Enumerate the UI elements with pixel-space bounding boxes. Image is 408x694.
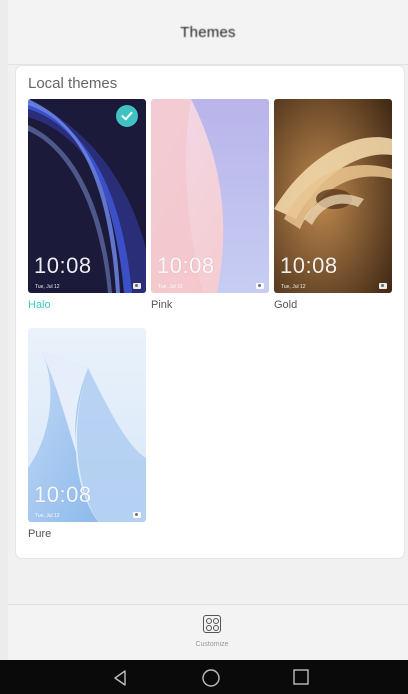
theme-name-pure: Pure (28, 528, 52, 540)
camera-icon (256, 283, 264, 289)
theme-tile-pink[interactable]: 10:08 Tue, Jul 12 Pink (151, 99, 269, 313)
bottom-action-bar: Customize (8, 604, 408, 661)
navigation-bar (0, 660, 408, 694)
recents-square-icon[interactable] (292, 669, 310, 687)
theme-tile-gold[interactable]: 10:08 Tue, Jul 12 Gold (274, 99, 392, 313)
lock-date: Tue, Jul 12 (158, 284, 183, 290)
customize-label: Customize (195, 641, 229, 648)
lock-time: 10:08 (157, 253, 215, 278)
customize-button[interactable]: Customize (188, 615, 236, 655)
lock-date: Tue, Jul 12 (35, 284, 60, 290)
camera-icon (379, 283, 387, 289)
theme-tile-halo[interactable]: 10:08 Tue, Jul 12 Halo (28, 99, 146, 313)
camera-icon (133, 283, 141, 289)
customize-icon (203, 615, 221, 633)
page-title: Themes (180, 23, 236, 41)
theme-name-gold: Gold (274, 299, 298, 311)
back-triangle-icon[interactable] (111, 669, 129, 687)
check-icon (116, 105, 138, 127)
themes-screen: Themes Local themes 10:08 Tue, Jul 12 Ha… (8, 0, 408, 694)
home-circle-icon[interactable] (201, 669, 221, 689)
lock-date: Tue, Jul 12 (35, 513, 60, 519)
local-themes-card: Local themes 10:08 Tue, Jul 12 Halo 10:0… (16, 66, 404, 558)
lock-time: 10:08 (34, 253, 92, 278)
theme-thumbnail-halo[interactable]: 10:08 Tue, Jul 12 (28, 99, 146, 293)
lock-time: 10:08 (34, 482, 92, 507)
theme-name-pink: Pink (151, 299, 173, 311)
title-bar: Themes (8, 0, 408, 65)
theme-thumbnail-gold[interactable]: 10:08 Tue, Jul 12 (274, 99, 392, 293)
theme-tile-pure[interactable]: 10:08 Tue, Jul 12 Pure (28, 328, 146, 542)
theme-thumbnail-pure[interactable]: 10:08 Tue, Jul 12 (28, 328, 146, 522)
screen-frame: Themes Local themes 10:08 Tue, Jul 12 Ha… (0, 0, 408, 694)
theme-thumbnail-pink[interactable]: 10:08 Tue, Jul 12 (151, 99, 269, 293)
section-title: Local themes (28, 75, 118, 92)
lock-date: Tue, Jul 12 (281, 284, 306, 290)
lock-time: 10:08 (280, 253, 338, 278)
theme-name-halo: Halo (28, 299, 51, 311)
camera-icon (133, 512, 141, 518)
